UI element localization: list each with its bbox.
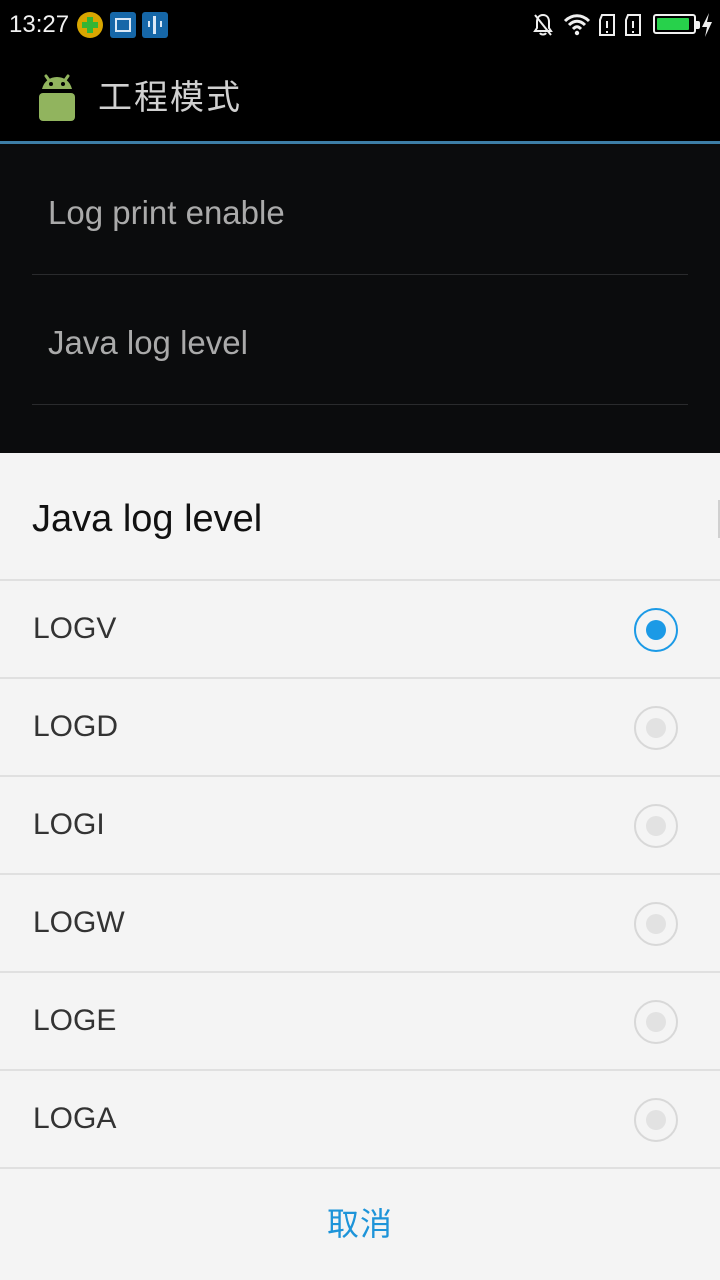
usb-icon bbox=[142, 12, 168, 38]
status-time: 13:27 bbox=[9, 11, 70, 38]
radio-dot bbox=[646, 816, 666, 836]
preference-label: Java log level bbox=[48, 324, 248, 361]
radio-dot bbox=[646, 620, 666, 640]
bell-off-icon bbox=[533, 13, 553, 36]
preference-list: Log print enable Java log level bbox=[0, 147, 720, 453]
dialog-title: Java log level bbox=[32, 498, 263, 540]
log-level-option-loga[interactable]: LOGA bbox=[0, 1071, 720, 1169]
android-screen: 13:27 工程模式 Log print enable Java log lev… bbox=[0, 0, 720, 1280]
app-title: 工程模式 bbox=[98, 78, 242, 118]
battery-fill bbox=[657, 18, 689, 30]
sim2-icon bbox=[625, 14, 641, 36]
app-bar: 工程模式 bbox=[0, 50, 720, 144]
status-bar: 13:27 bbox=[0, 0, 720, 50]
battery-icon bbox=[653, 14, 700, 34]
radio-button[interactable] bbox=[634, 608, 678, 652]
preference-log-print-enable[interactable]: Log print enable bbox=[32, 147, 688, 275]
option-label: LOGV bbox=[33, 612, 117, 645]
log-level-option-loge[interactable]: LOGE bbox=[0, 973, 720, 1071]
preference-label: Log print enable bbox=[48, 194, 285, 231]
option-label: LOGW bbox=[33, 906, 125, 939]
log-level-option-logd[interactable]: LOGD bbox=[0, 679, 720, 777]
radio-dot bbox=[646, 1110, 666, 1130]
radio-button[interactable] bbox=[634, 804, 678, 848]
android-icon bbox=[39, 74, 75, 121]
option-label: LOGE bbox=[33, 1004, 117, 1037]
java-log-level-dialog: Java log level LOGV LOGD LOGI LOGW LOGE … bbox=[0, 453, 720, 1280]
log-level-option-logv[interactable]: LOGV bbox=[0, 581, 720, 679]
radio-dot bbox=[646, 914, 666, 934]
charging-icon bbox=[702, 13, 712, 37]
radio-button[interactable] bbox=[634, 902, 678, 946]
radio-dot bbox=[646, 718, 666, 738]
option-label: LOGA bbox=[33, 1102, 117, 1135]
preference-java-log-level[interactable]: Java log level bbox=[32, 277, 688, 405]
log-level-option-logi[interactable]: LOGI bbox=[0, 777, 720, 875]
option-label: LOGD bbox=[33, 710, 119, 743]
plus-app-icon bbox=[77, 12, 103, 38]
radio-dot bbox=[646, 1012, 666, 1032]
radio-button[interactable] bbox=[634, 1098, 678, 1142]
radio-button[interactable] bbox=[634, 1000, 678, 1044]
wifi-icon bbox=[563, 14, 591, 36]
sim1-icon bbox=[599, 14, 615, 36]
log-level-option-logw[interactable]: LOGW bbox=[0, 875, 720, 973]
cancel-button[interactable]: 取消 bbox=[0, 1168, 720, 1280]
screenshot-icon bbox=[110, 12, 136, 38]
radio-button[interactable] bbox=[634, 706, 678, 750]
option-label: LOGI bbox=[33, 808, 105, 841]
